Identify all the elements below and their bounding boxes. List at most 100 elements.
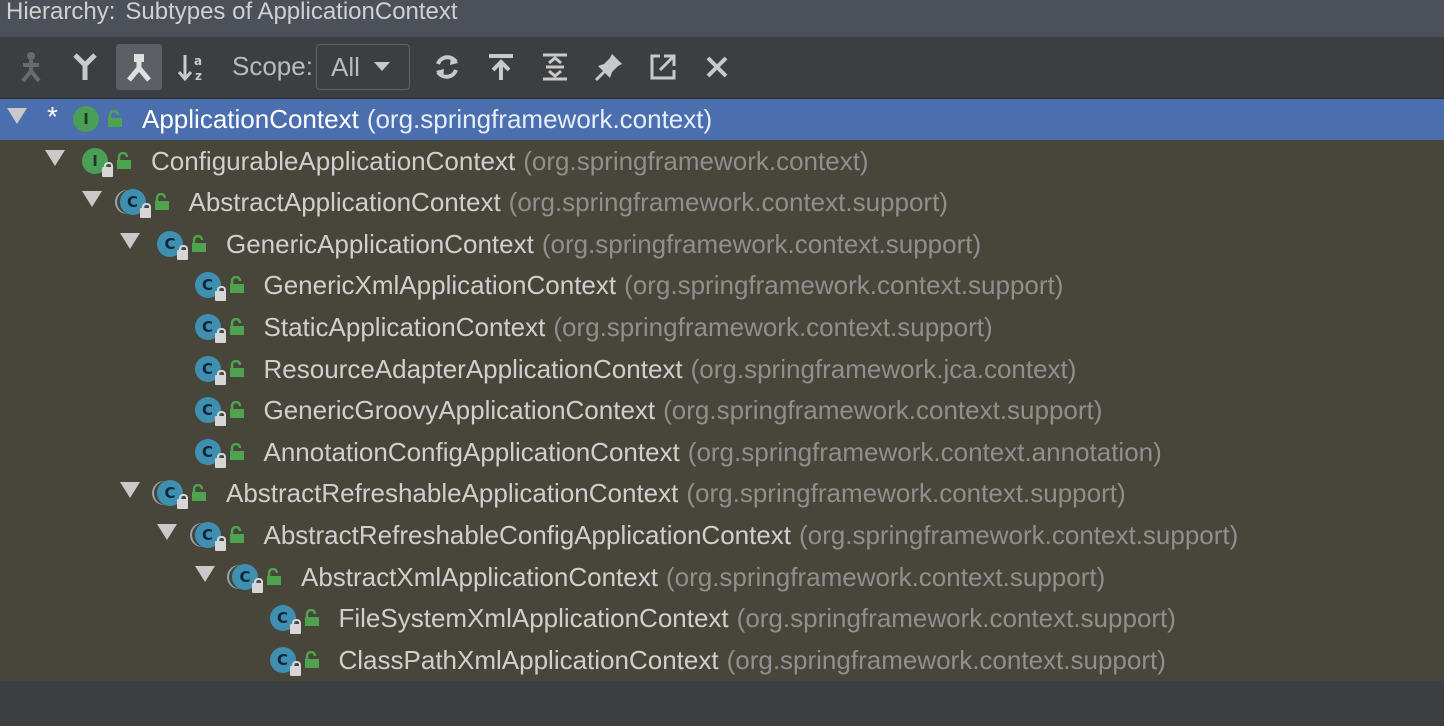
expand-arrow-icon[interactable] xyxy=(157,524,177,540)
tree-node-label: ResourceAdapterApplicationContext (org.sp… xyxy=(264,354,1077,385)
lock-icon xyxy=(252,577,263,593)
hierarchy-tree[interactable]: * I ApplicationContext (org.springframework… xyxy=(0,99,1444,681)
sort-alphabetically-button[interactable]: a z xyxy=(170,44,216,90)
tree-node[interactable]: C AbstractXmlApplicationContext (org.sprin… xyxy=(0,557,1444,598)
hierarchy-toolbar: a z Scope: All xyxy=(0,37,1444,99)
expand-arrow-icon[interactable] xyxy=(119,232,140,249)
lock-icon xyxy=(177,494,188,510)
interface-icon: I xyxy=(82,147,113,177)
public-access-icon xyxy=(192,234,206,252)
class-icon: C xyxy=(194,397,226,427)
public-access-icon xyxy=(108,110,122,127)
package-name: (org.springframework.context.annotation) xyxy=(687,436,1162,467)
title-bar: Hierarchy: Subtypes of ApplicationContex… xyxy=(0,0,1444,37)
expand-arrow-icon[interactable] xyxy=(44,149,65,166)
tree-node[interactable]: C AbstractRefreshableConfigApplicationCon… xyxy=(0,515,1444,556)
lock-icon xyxy=(102,161,113,177)
type-hierarchy-button[interactable] xyxy=(8,44,54,90)
lock-icon xyxy=(289,619,301,635)
class-icon: C xyxy=(157,230,188,260)
class-name: GenericApplicationContext xyxy=(226,228,534,259)
pin-tab-icon xyxy=(594,54,622,82)
supertypes-hierarchy-icon xyxy=(73,53,97,80)
pin-tab-button[interactable] xyxy=(586,44,632,90)
expand-all-button[interactable] xyxy=(532,44,578,90)
package-name: (org.springframework.context.support) xyxy=(663,395,1103,426)
tree-node-label: AnnotationConfigApplicationContext (org.s… xyxy=(264,437,1162,468)
title-label: Hierarchy: xyxy=(6,0,116,25)
abstract-class-icon: C xyxy=(157,480,188,510)
package-name: (org.springframework.context.support) xyxy=(624,270,1064,301)
scope-dropdown[interactable]: All xyxy=(316,44,410,90)
tree-node-label: AbstractRefreshableConfigApplicationCont… xyxy=(264,520,1239,551)
public-access-icon xyxy=(229,401,244,419)
class-name: ResourceAdapterApplicationContext xyxy=(263,353,683,384)
tree-node[interactable]: C AnnotationConfigApplicationContext (org.… xyxy=(0,432,1444,473)
public-access-icon xyxy=(229,359,244,377)
class-name: ApplicationContext xyxy=(142,104,359,134)
lock-icon xyxy=(214,369,226,385)
lock-icon xyxy=(177,244,188,260)
package-name: (org.springframework.context.support) xyxy=(508,187,948,218)
close-icon xyxy=(706,56,728,78)
package-name: (org.springframework.context.support) xyxy=(799,520,1239,550)
public-access-icon xyxy=(304,650,319,668)
refresh-button[interactable] xyxy=(424,44,470,90)
package-name: (org.springframework.jca.context) xyxy=(690,353,1077,384)
lock-icon xyxy=(214,328,226,343)
base-on-this-class-icon xyxy=(489,54,513,80)
tree-node[interactable]: C AbstractApplicationContext (org.springfr… xyxy=(0,182,1444,223)
export-button[interactable] xyxy=(640,44,686,90)
public-access-icon xyxy=(154,193,169,211)
lock-icon xyxy=(214,536,226,551)
close-button[interactable] xyxy=(694,44,740,90)
tree-node[interactable]: C GenericXmlApplicationContext (org.spring… xyxy=(0,265,1444,306)
tree-node[interactable]: C ClassPathXmlApplicationContext (org.spri… xyxy=(0,640,1444,681)
public-access-icon xyxy=(229,318,244,335)
lock-icon xyxy=(289,660,301,676)
tree-node[interactable]: C StaticApplicationContext (org.springfram… xyxy=(0,307,1444,348)
tree-node[interactable]: C AbstractRefreshableApplicationContext (o… xyxy=(0,473,1444,514)
package-name: (org.springframework.context) xyxy=(523,145,869,176)
class-name: ConfigurableApplicationContext xyxy=(151,145,516,176)
chevron-down-icon xyxy=(373,62,390,71)
tree-node-label: GenericXmlApplicationContext (org.springf… xyxy=(264,270,1064,301)
tree-node[interactable]: C GenericApplicationContext (org.springfra… xyxy=(0,224,1444,265)
tree-node-label: AbstractXmlApplicationContext (org.spring… xyxy=(301,562,1105,593)
expand-all-icon xyxy=(543,53,567,81)
base-on-this-class-button[interactable] xyxy=(478,44,524,90)
lock-icon xyxy=(214,286,226,302)
interface-icon: I xyxy=(73,106,99,132)
tree-node-label: ApplicationContext (org.springframework.c… xyxy=(142,104,712,135)
expand-arrow-icon[interactable] xyxy=(194,565,215,582)
package-name: (org.springframework.context.support) xyxy=(553,312,993,342)
tree-node[interactable]: C ResourceAdapterApplicationContext (org.s… xyxy=(0,349,1444,390)
tree-node-label: AbstractApplicationContext (org.springfra… xyxy=(189,187,948,218)
tree-node[interactable]: I ConfigurableApplicationContext (org.spri… xyxy=(0,141,1444,182)
class-icon: C xyxy=(269,605,301,635)
type-hierarchy-icon xyxy=(21,52,41,83)
class-icon: C xyxy=(194,438,226,468)
tree-node[interactable]: C GenericGroovyApplicationContext (org.spr… xyxy=(0,390,1444,431)
tree-node[interactable]: * I ApplicationContext (org.springframework… xyxy=(0,99,1444,140)
expand-arrow-icon[interactable] xyxy=(82,191,102,208)
refresh-icon xyxy=(436,55,458,79)
expand-arrow-icon[interactable] xyxy=(7,108,27,124)
class-icon: C xyxy=(269,646,301,676)
public-access-icon xyxy=(229,276,244,294)
expand-arrow-icon[interactable] xyxy=(119,482,140,499)
class-name: AbstractXmlApplicationContext xyxy=(301,561,658,592)
class-name: AbstractRefreshableConfigApplicationCont… xyxy=(263,520,792,550)
package-name: (org.springframework.context) xyxy=(366,104,713,134)
class-icon: C xyxy=(194,355,226,385)
tree-node-label: GenericApplicationContext (org.springfram… xyxy=(226,229,981,260)
supertypes-hierarchy-button[interactable] xyxy=(62,44,108,90)
public-access-icon xyxy=(267,567,281,585)
tree-node[interactable]: C FileSystemXmlApplicationContext (org.spr… xyxy=(0,598,1444,639)
status-bar xyxy=(0,681,1444,726)
class-icon: C xyxy=(194,314,226,343)
subtypes-hierarchy-button[interactable] xyxy=(116,44,162,90)
lock-icon xyxy=(139,203,151,219)
class-name: AbstractRefreshableApplicationContext xyxy=(226,478,679,509)
abstract-class-icon: C xyxy=(119,189,151,219)
